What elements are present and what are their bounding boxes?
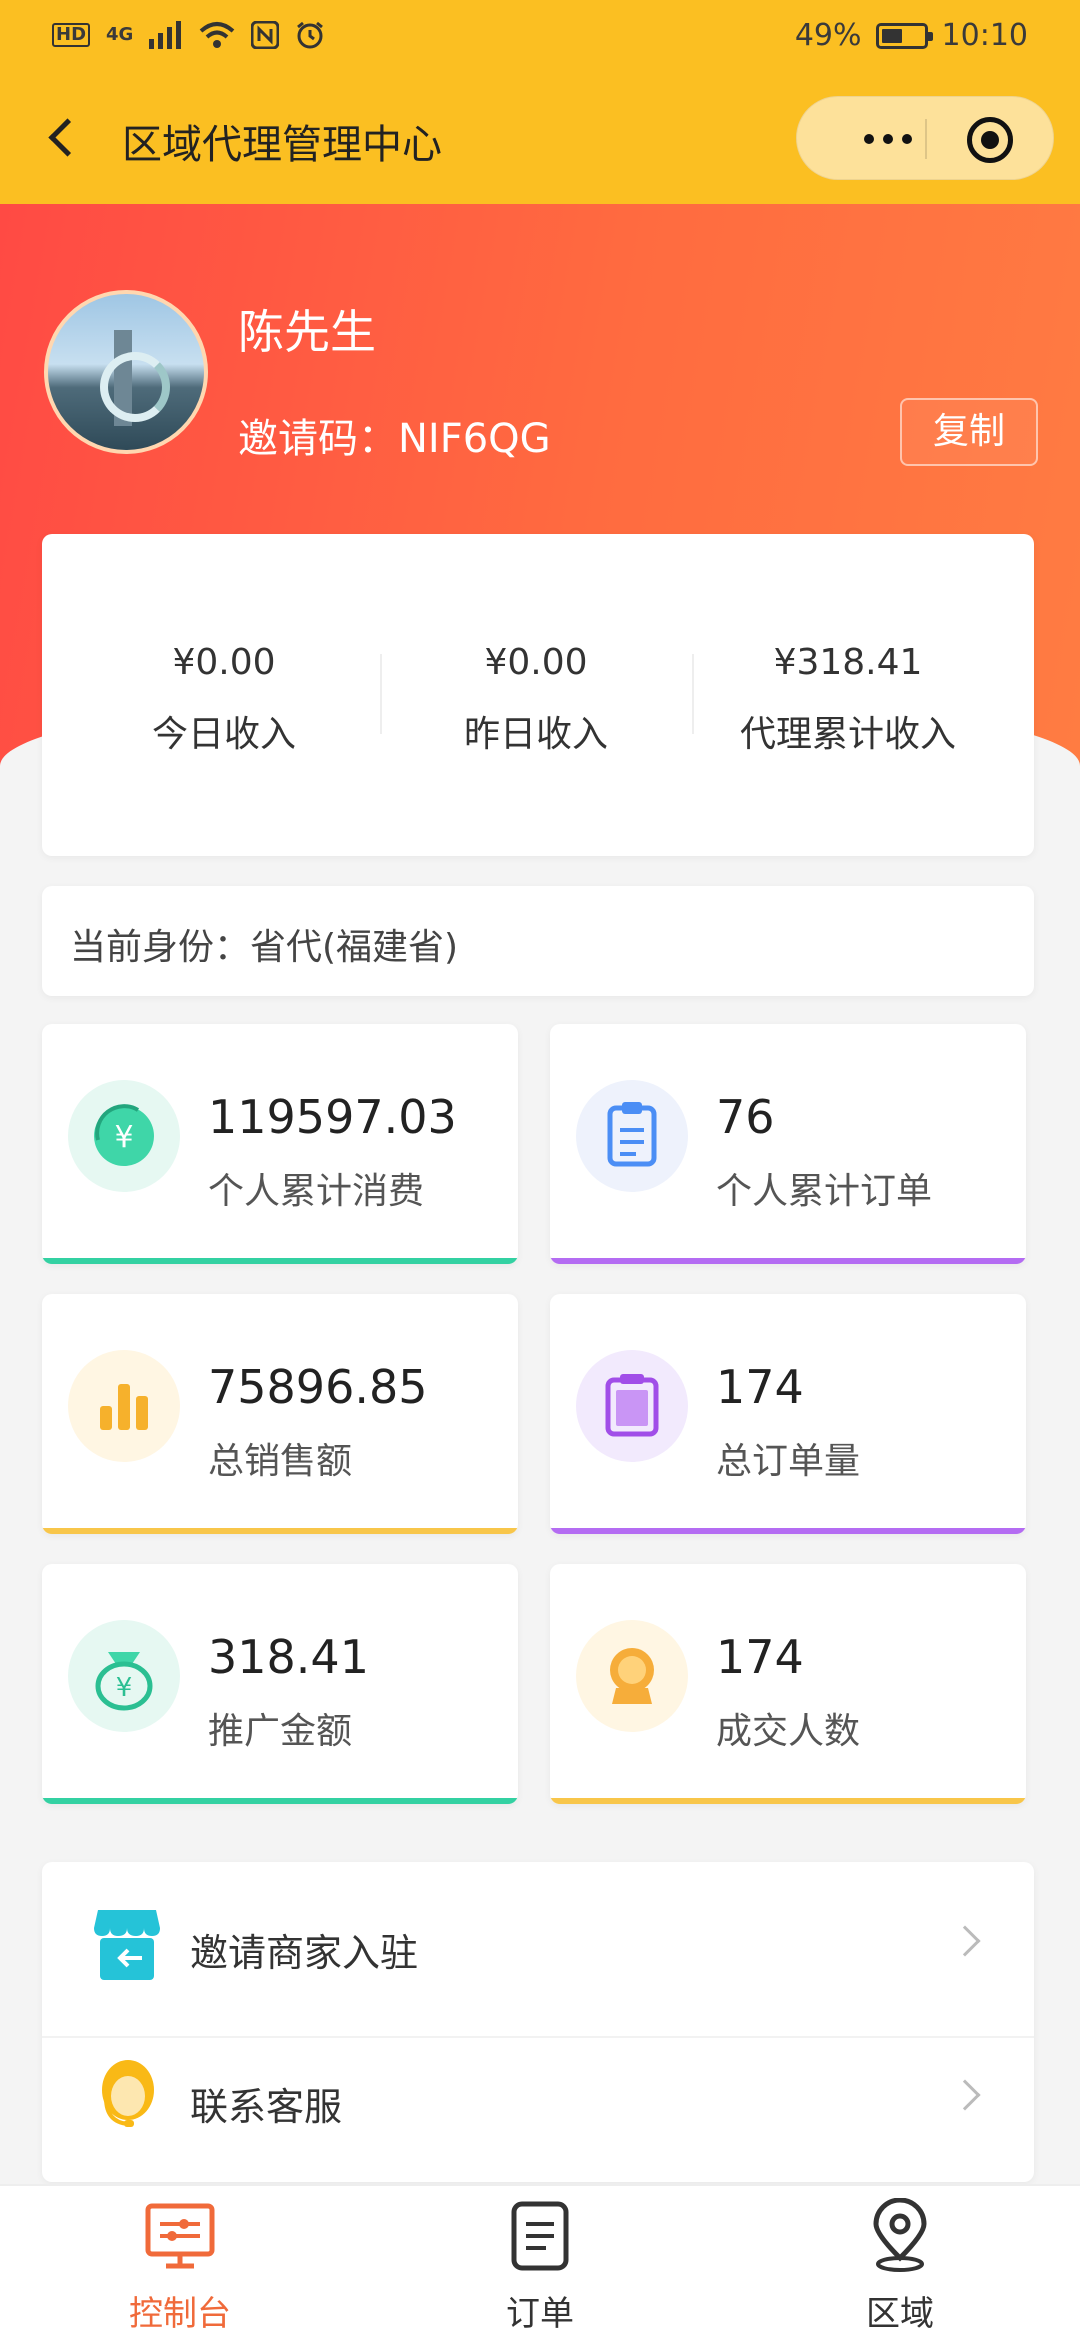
stat-accent-bar (42, 1258, 518, 1264)
income-value: ¥0.00 (484, 642, 588, 683)
income-label: 代理累计收入 (739, 714, 956, 755)
stat-accent-bar (550, 1528, 1026, 1534)
mini-program-capsule (796, 96, 1054, 180)
income-today: ¥0.00 今日收入 (64, 642, 384, 757)
stat-card-total-orders[interactable]: 174 总订单量 (550, 1294, 1026, 1534)
back-button[interactable] (36, 108, 96, 168)
stat-label: 成交人数 (716, 1711, 861, 1752)
medal-icon (576, 1620, 688, 1732)
page-title: 区域代理管理中心 (122, 122, 442, 168)
stat-value: 318.41 (208, 1630, 369, 1684)
yen-coin-icon: ¥ (68, 1080, 180, 1192)
tab-label: 订单 (506, 2294, 574, 2334)
stat-value: 174 (716, 1630, 804, 1684)
stat-label: 推广金额 (208, 1711, 353, 1752)
avatar[interactable] (44, 290, 208, 454)
hd-icon: HD (52, 23, 91, 47)
battery-percent: 49% (794, 18, 862, 53)
alarm-icon (297, 21, 324, 49)
menu-item-contact-service[interactable]: 联系客服 (42, 2026, 1034, 2176)
console-icon (144, 2200, 216, 2276)
stat-card-personal-spend[interactable]: ¥ 119597.03 个人累计消费 (42, 1024, 518, 1264)
clipboard-icon (576, 1080, 688, 1192)
nav-bar: 区域代理管理中心 (0, 76, 1080, 204)
stat-accent-bar (42, 1798, 518, 1804)
tab-label: 区域 (866, 2294, 934, 2334)
location-icon (868, 2197, 932, 2278)
copy-button[interactable]: 复制 (900, 398, 1038, 466)
tab-label: 控制台 (129, 2294, 231, 2334)
status-bar: HD 4G 49% 10:10 (0, 0, 1080, 76)
bar-chart-icon (68, 1350, 180, 1462)
stat-value: 119597.03 (208, 1090, 457, 1144)
menu-item-label: 邀请商家入驻 (190, 1931, 419, 1975)
network-label: 4G (106, 24, 134, 45)
stat-label: 个人累计消费 (208, 1171, 425, 1212)
svg-text:¥: ¥ (116, 1673, 133, 1703)
stat-card-promotion-amount[interactable]: ¥ 318.41 推广金额 (42, 1564, 518, 1804)
stat-label: 个人累计订单 (716, 1171, 933, 1212)
order-list-icon (508, 2200, 572, 2276)
wifi-icon (200, 22, 235, 48)
stat-accent-bar (42, 1528, 518, 1534)
stat-label: 总销售额 (208, 1441, 353, 1482)
user-name: 陈先生 (238, 305, 376, 359)
clock: 10:10 (941, 18, 1028, 53)
close-mini-program-button[interactable] (967, 117, 1013, 163)
tab-console[interactable]: 控制台 (0, 2186, 360, 2340)
income-card: ¥0.00 今日收入 ¥0.00 昨日收入 ¥318.41 代理累计收入 (42, 534, 1034, 856)
battery-icon (875, 22, 933, 49)
invite-code: 邀请码：NIF6QG (238, 416, 551, 462)
stat-card-personal-orders[interactable]: 76 个人累计订单 (550, 1024, 1026, 1264)
nfc-icon (251, 21, 280, 49)
menu-item-invite-merchant[interactable]: 邀请商家入驻 (42, 1872, 1034, 2022)
identity-text: 当前身份：省代(福建省) (70, 927, 459, 968)
stat-accent-bar (550, 1258, 1026, 1264)
identity-card: 当前身份：省代(福建省) (42, 886, 1034, 996)
bottom-tab-bar: 控制台 订单 区域 (0, 2184, 1080, 2340)
income-value: ¥0.00 (172, 642, 276, 683)
stat-label: 总订单量 (716, 1441, 861, 1482)
stat-value: 75896.85 (208, 1360, 428, 1414)
stat-value: 174 (716, 1360, 804, 1414)
stat-card-total-sales[interactable]: 75896.85 总销售额 (42, 1294, 518, 1534)
order-doc-icon (576, 1350, 688, 1462)
customer-service-icon (98, 2056, 158, 2140)
stat-accent-bar (550, 1798, 1026, 1804)
menu-item-label: 联系客服 (190, 2085, 343, 2129)
shop-invite-icon (94, 1906, 160, 1986)
tab-region[interactable]: 区域 (720, 2186, 1080, 2340)
money-bag-icon: ¥ (68, 1620, 180, 1732)
income-value: ¥318.41 (773, 642, 923, 683)
svg-text:¥: ¥ (114, 1120, 133, 1155)
income-label: 昨日收入 (463, 714, 608, 755)
income-yesterday: ¥0.00 昨日收入 (376, 642, 696, 757)
menu-list: 邀请商家入驻 联系客服 (42, 1862, 1034, 2182)
stat-value: 76 (716, 1090, 775, 1144)
income-label: 今日收入 (151, 714, 296, 755)
chevron-right-icon (949, 2079, 981, 2111)
stat-card-deal-count[interactable]: 174 成交人数 (550, 1564, 1026, 1804)
signal-icon (149, 21, 182, 49)
income-total: ¥318.41 代理累计收入 (688, 642, 1008, 757)
chevron-right-icon (949, 1925, 981, 1957)
tab-orders[interactable]: 订单 (360, 2186, 720, 2340)
